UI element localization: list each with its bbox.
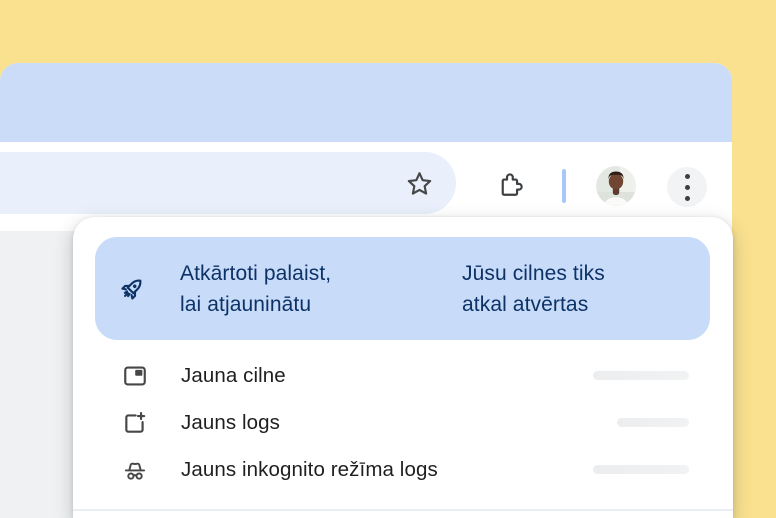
extensions-puzzle-icon[interactable] bbox=[497, 172, 523, 198]
shortcut-placeholder-bar bbox=[593, 465, 689, 474]
new-window-icon bbox=[122, 410, 148, 436]
hero-illustration: Atkārtoti palaist, lai atjauninātu Jūsu … bbox=[0, 0, 776, 518]
profile-avatar[interactable] bbox=[596, 166, 636, 206]
menu-item-new-window[interactable]: Jauns logs bbox=[73, 399, 733, 446]
relaunch-banner[interactable]: Atkārtoti palaist, lai atjauninātu Jūsu … bbox=[95, 237, 710, 340]
browser-menu: Atkārtoti palaist, lai atjauninātu Jūsu … bbox=[73, 217, 733, 518]
window-titlebar bbox=[0, 63, 732, 142]
menu-item-label: Jauns logs bbox=[181, 411, 280, 435]
menu-item-list: Jauna cilne Jauns logs bbox=[73, 352, 733, 493]
menu-item-new-tab[interactable]: Jauna cilne bbox=[73, 352, 733, 399]
rocket-launch-icon bbox=[117, 274, 147, 304]
banner-line: Atkārtoti palaist, bbox=[180, 262, 331, 285]
bookmark-star-icon[interactable] bbox=[406, 171, 433, 198]
toolbar-divider bbox=[562, 169, 566, 203]
shortcut-placeholder-bar bbox=[617, 418, 689, 427]
banner-line: Jūsu cilnes tiks bbox=[462, 262, 605, 285]
menu-item-label: Jauna cilne bbox=[181, 364, 286, 388]
banner-line: lai atjauninātu bbox=[180, 293, 311, 316]
banner-action-text: Atkārtoti palaist, lai atjauninātu bbox=[180, 258, 400, 320]
banner-info-text: Jūsu cilnes tiks atkal atvērtas bbox=[462, 258, 605, 320]
menu-item-label: Jauns inkognito režīma logs bbox=[181, 458, 438, 482]
menu-item-new-incognito-window[interactable]: Jauns inkognito režīma logs bbox=[73, 446, 733, 493]
address-bar[interactable] bbox=[0, 152, 456, 214]
incognito-icon bbox=[122, 457, 148, 483]
new-tab-icon bbox=[122, 363, 148, 389]
banner-line: atkal atvērtas bbox=[462, 293, 588, 316]
shortcut-placeholder-bar bbox=[593, 371, 689, 380]
more-vertical-icon[interactable] bbox=[667, 167, 707, 207]
menu-divider bbox=[73, 509, 733, 511]
